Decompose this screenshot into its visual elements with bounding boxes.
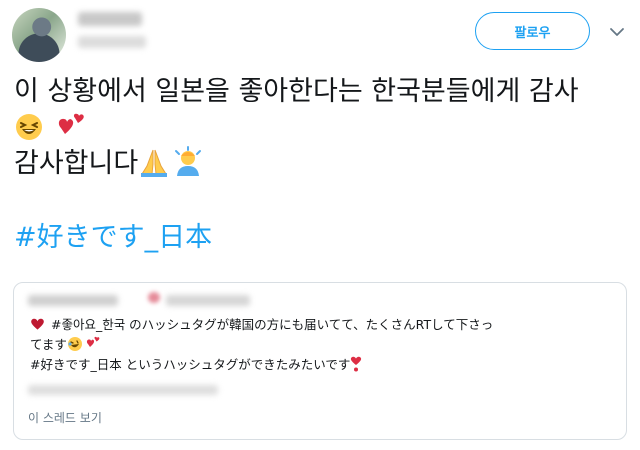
quoted-blurred-name xyxy=(28,295,118,306)
quoted-tweet-card[interactable]: #좋아요_한국 のハッシュタグが韓国の方にも届いてて、たくさんRTして下さっ て… xyxy=(13,282,627,440)
show-thread-link[interactable]: 이 스레드 보기 xyxy=(28,409,102,426)
tweet-line-1: 이 상황에서 일본을 좋아한다는 한국분들에게 감사 xyxy=(14,76,579,107)
quoted-line-2-text: てます xyxy=(30,337,67,352)
chevron-down-icon[interactable] xyxy=(609,26,625,38)
laughing-emoji xyxy=(16,114,42,140)
avatar[interactable] xyxy=(12,8,66,62)
follow-button[interactable]: 팔로우 xyxy=(475,12,590,50)
tweet-line-3: 감사합니다 xyxy=(14,146,624,182)
quoted-line-1-text: #좋아요_한국 のハッシュタグが韓国の方にも届いてて、たくさんRTして下さっ xyxy=(47,317,494,332)
red-heart-emoji xyxy=(31,318,44,330)
tweet-line-2 xyxy=(14,110,624,146)
quoted-tweet-text: #좋아요_한국 のハッシュタグが韓国の方にも届いてて、たくさんRTして下さっ て… xyxy=(30,315,620,375)
hashtag-link[interactable]: #好きです_日本 xyxy=(14,220,212,256)
quoted-blurred-line xyxy=(28,385,218,395)
quoted-line-3: #好きです_日本 というハッシュタグができたみたいです xyxy=(30,355,620,375)
tweet-line-3-text: 감사합니다 xyxy=(14,148,139,179)
quoted-blurred-heart xyxy=(148,292,160,303)
rofl-emoji xyxy=(67,337,82,351)
two-hearts-emoji xyxy=(86,336,100,347)
tweet-header: 팔로우 xyxy=(0,0,640,70)
person-bowing-emoji xyxy=(175,146,202,176)
quoted-line-3-text: #好きです_日本 というハッシュタグができたみたいです xyxy=(30,357,351,372)
folded-hands-emoji xyxy=(141,149,168,177)
quoted-line-2: てます xyxy=(30,335,620,355)
blurred-display-name[interactable] xyxy=(78,12,142,26)
quoted-blurred-handle xyxy=(166,295,250,306)
two-hearts-emoji xyxy=(58,113,84,134)
blurred-username[interactable] xyxy=(78,36,146,48)
quoted-line-1: #좋아요_한국 のハッシュタグが韓国の方にも届いてて、たくさんRTして下さっ xyxy=(30,315,620,335)
heavy-heart-exclamation-emoji xyxy=(351,356,362,372)
tweet-text: 이 상황에서 일본을 좋아한다는 한국분들에게 감사 감사합니다 xyxy=(14,74,624,182)
